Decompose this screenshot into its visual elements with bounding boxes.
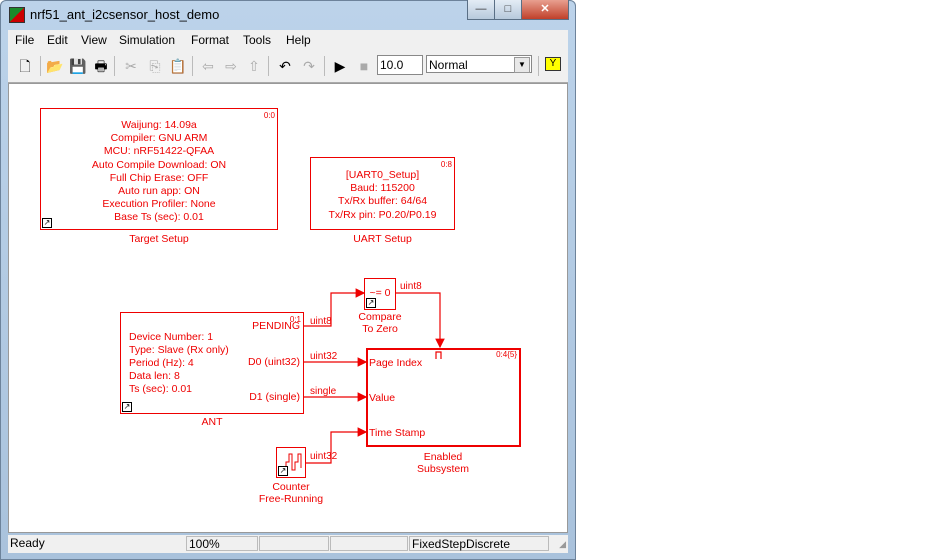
block-label: Compare To Zero bbox=[358, 311, 402, 335]
library-link-icon: ↗ bbox=[122, 402, 132, 412]
block-text: Baud: 115200 bbox=[350, 182, 415, 195]
port-label: Page Index bbox=[369, 357, 423, 369]
library-link-icon: ↗ bbox=[278, 466, 288, 476]
block-text: Waijung: 14.09a bbox=[121, 119, 197, 131]
enabled-subsystem-block[interactable]: 0:4{5} Page Index Value Time Stamp bbox=[366, 348, 521, 447]
block-text: Tx/Rx buffer: 64/64 bbox=[337, 195, 428, 208]
compare-to-zero-block[interactable]: ~= 0 ↗ bbox=[364, 278, 396, 310]
port-label: D1 (single) bbox=[249, 391, 300, 403]
signal-label: uint32 bbox=[310, 451, 338, 462]
block-label: Counter Free-Running bbox=[258, 481, 324, 505]
block-label: Target Setup bbox=[129, 233, 189, 245]
block-text: Base Ts (sec): 0.01 bbox=[114, 211, 204, 224]
block-text: Data len: 8 bbox=[129, 370, 180, 382]
block-text: Full Chip Erase: OFF bbox=[109, 171, 209, 184]
block-priority: 0:8 bbox=[440, 160, 452, 169]
block-priority: 0:0 bbox=[263, 111, 275, 120]
port-label: Value bbox=[369, 392, 396, 404]
block-text: Execution Profiler: None bbox=[102, 198, 216, 211]
counter-free-running-block[interactable]: ↗ bbox=[276, 447, 306, 478]
port-label: Time Stamp bbox=[369, 427, 426, 439]
block-label: UART Setup bbox=[353, 233, 412, 245]
signal-label: uint8 bbox=[400, 281, 422, 292]
port-label: D0 (uint32) bbox=[248, 356, 300, 368]
signal-label: single bbox=[310, 386, 337, 397]
block-priority: 0:4{5} bbox=[496, 350, 517, 359]
ant-block[interactable]: 0:1 Device Number: 1 Type: Slave (Rx onl… bbox=[120, 312, 304, 414]
signal-label: uint32 bbox=[310, 351, 338, 362]
block-label: ANT bbox=[201, 416, 223, 428]
signal-label: uint8 bbox=[310, 316, 332, 327]
block-text: Tx/Rx pin: P0.20/P0.19 bbox=[328, 208, 437, 221]
block-text: Auto run app: ON bbox=[118, 185, 200, 198]
library-link-icon: ↗ bbox=[42, 218, 52, 228]
signal-lines bbox=[304, 288, 445, 464]
block-text: Period (Hz): 4 bbox=[129, 357, 194, 369]
target-setup-block[interactable]: 0:0 Waijung: 14.09a Compiler: GNU ARM MC… bbox=[40, 108, 278, 230]
block-text: Ts (sec): 0.01 bbox=[129, 383, 193, 395]
block-text: Auto Compile Download: ON bbox=[91, 158, 227, 171]
block-text: Type: Slave (Rx only) bbox=[129, 344, 229, 356]
uart-setup-block[interactable]: 0:8 [UART0_Setup] Baud: 115200 Tx/Rx buf… bbox=[310, 157, 455, 230]
block-text: MCU: nRF51422-QFAA bbox=[103, 145, 215, 158]
block-text: [UART0_Setup] bbox=[345, 169, 420, 181]
library-link-icon: ↗ bbox=[366, 298, 376, 308]
block-text: Device Number: 1 bbox=[129, 331, 214, 343]
block-text: Compiler: GNU ARM bbox=[110, 132, 208, 145]
block-label: Enabled Subsystem bbox=[417, 451, 469, 475]
port-label: PENDING bbox=[252, 320, 300, 332]
